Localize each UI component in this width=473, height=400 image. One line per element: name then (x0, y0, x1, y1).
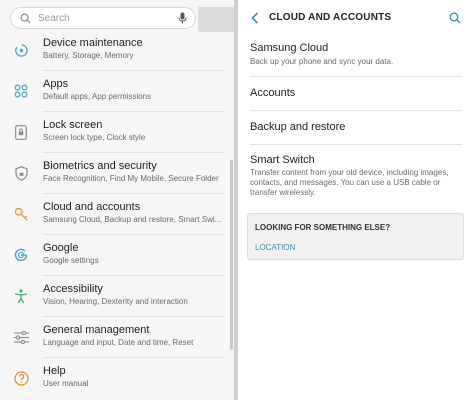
device-maintenance-icon (13, 42, 29, 58)
settings-item-subtitle: Google settings (43, 256, 99, 265)
settings-item-title: Apps (43, 78, 69, 90)
accessibility-icon (13, 288, 29, 304)
help-icon (13, 370, 29, 386)
settings-item-subtitle: Face Recognition, Find My Mobile, Secure… (43, 174, 219, 183)
lock-screen-icon (13, 124, 29, 140)
settings-item-cloud-accounts[interactable]: Cloud and accounts Samsung Cloud, Backup… (0, 194, 224, 235)
settings-item-title: Accessibility (43, 283, 103, 295)
settings-item-subtitle: Vision, Hearing, Dexterity and interacti… (43, 297, 188, 306)
menu-item-title: Backup and restore (250, 121, 346, 133)
status-area-overlay (198, 7, 234, 32)
menu-item-subtitle: Back up your phone and sync your data. (250, 57, 394, 66)
settings-item-google[interactable]: Google Google settings (0, 235, 224, 276)
menu-item-smart-switch[interactable]: Smart Switch Transfer content from your … (238, 145, 473, 205)
menu-item-title: Samsung Cloud (250, 42, 329, 54)
settings-list-panel: Search Device maintenance Battery, Stora… (0, 0, 234, 400)
settings-item-title: Biometrics and security (43, 160, 157, 172)
location-link[interactable]: LOCATION (255, 243, 295, 252)
settings-item-apps[interactable]: Apps Default apps, App permissions (0, 71, 224, 112)
looking-for-something-else-card: LOOKING FOR SOMETHING ELSE? LOCATION (247, 213, 464, 260)
search-input[interactable]: Search (38, 13, 175, 24)
search-bar[interactable]: Search (10, 7, 196, 29)
search-icon (18, 11, 32, 25)
settings-item-lock-screen[interactable]: Lock screen Screen lock type, Clock styl… (0, 112, 224, 153)
settings-item-title: Lock screen (43, 119, 103, 131)
settings-item-title: Google (43, 242, 79, 254)
settings-item-biometrics-security[interactable]: Biometrics and security Face Recognition… (0, 153, 224, 194)
app-bar: CLOUD AND ACCOUNTS (238, 0, 473, 36)
settings-item-help[interactable]: Help User manual (0, 358, 224, 399)
settings-item-subtitle: Language and input, Date and time, Reset (43, 338, 194, 347)
settings-item-subtitle: Samsung Cloud, Backup and restore, Smart… (43, 215, 222, 224)
microphone-icon[interactable] (175, 11, 189, 25)
menu-item-samsung-cloud[interactable]: Samsung Cloud Back up your phone and syn… (238, 36, 473, 76)
settings-item-accessibility[interactable]: Accessibility Vision, Hearing, Dexterity… (0, 276, 224, 317)
settings-item-subtitle: Screen lock type, Clock style (43, 133, 146, 142)
settings-item-title: Help (43, 365, 66, 377)
search-icon (449, 12, 461, 24)
back-button[interactable] (247, 10, 263, 26)
cloud-accounts-panel: CLOUD AND ACCOUNTS Samsung Cloud Back up… (238, 0, 473, 400)
menu-item-subtitle: Transfer content from your old device, i… (250, 168, 449, 197)
settings-item-title: General management (43, 324, 150, 336)
google-icon (13, 247, 29, 263)
search-button[interactable] (447, 10, 463, 26)
settings-item-title: Device maintenance (43, 37, 143, 49)
settings-item-subtitle: Default apps, App permissions (43, 92, 152, 101)
menu-item-title: Smart Switch (250, 154, 315, 166)
apps-icon (13, 83, 29, 99)
settings-item-subtitle: Battery, Storage, Memory (43, 51, 134, 60)
menu-item-backup-restore[interactable]: Backup and restore (238, 111, 473, 144)
shield-icon (13, 165, 29, 181)
menu-item-accounts[interactable]: Accounts (238, 77, 473, 110)
settings-item-title: Cloud and accounts (43, 201, 141, 213)
settings-item-subtitle: User manual (43, 379, 89, 388)
chevron-left-icon (251, 12, 259, 24)
settings-item-general-management[interactable]: General management Language and input, D… (0, 317, 224, 358)
menu-item-title: Accounts (250, 87, 296, 99)
scrollbar[interactable] (230, 160, 233, 350)
page-title: CLOUD AND ACCOUNTS (269, 12, 392, 23)
card-title: LOOKING FOR SOMETHING ELSE? (255, 223, 391, 232)
key-icon (13, 206, 29, 222)
sliders-icon (13, 329, 29, 345)
settings-item-device-maintenance[interactable]: Device maintenance Battery, Storage, Mem… (0, 30, 224, 71)
